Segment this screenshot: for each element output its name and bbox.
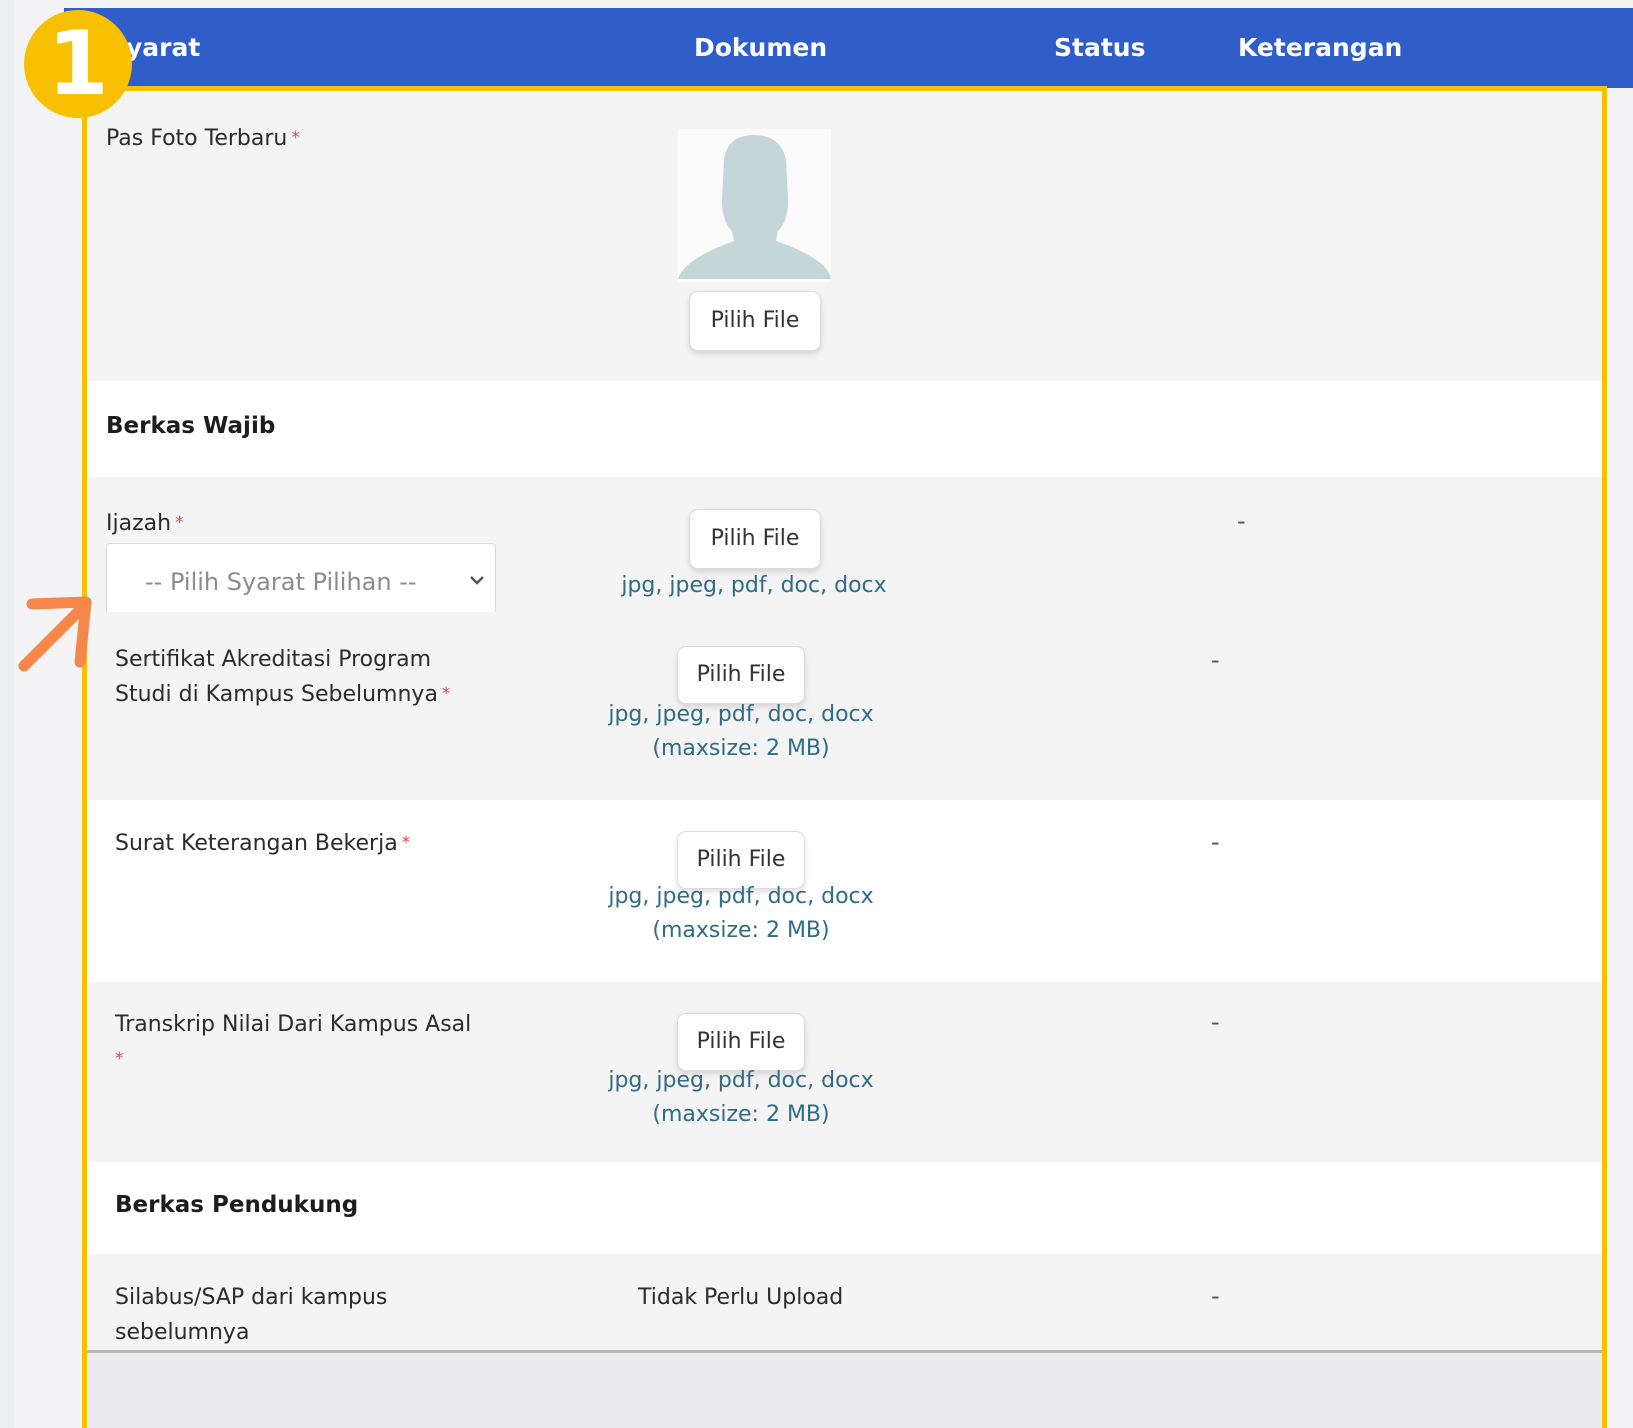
step-number-badge: 1 — [24, 10, 132, 118]
header-dokumen: Dokumen — [694, 33, 828, 62]
header-status: Status — [1054, 33, 1146, 62]
header-syarat: yarat — [126, 33, 201, 62]
arrow-up-right-icon — [14, 590, 98, 674]
highlight-frame — [82, 86, 1607, 1428]
header-keterangan: Keterangan — [1238, 33, 1403, 62]
table-header: yarat Dokumen Status Keterangan — [64, 8, 1633, 88]
